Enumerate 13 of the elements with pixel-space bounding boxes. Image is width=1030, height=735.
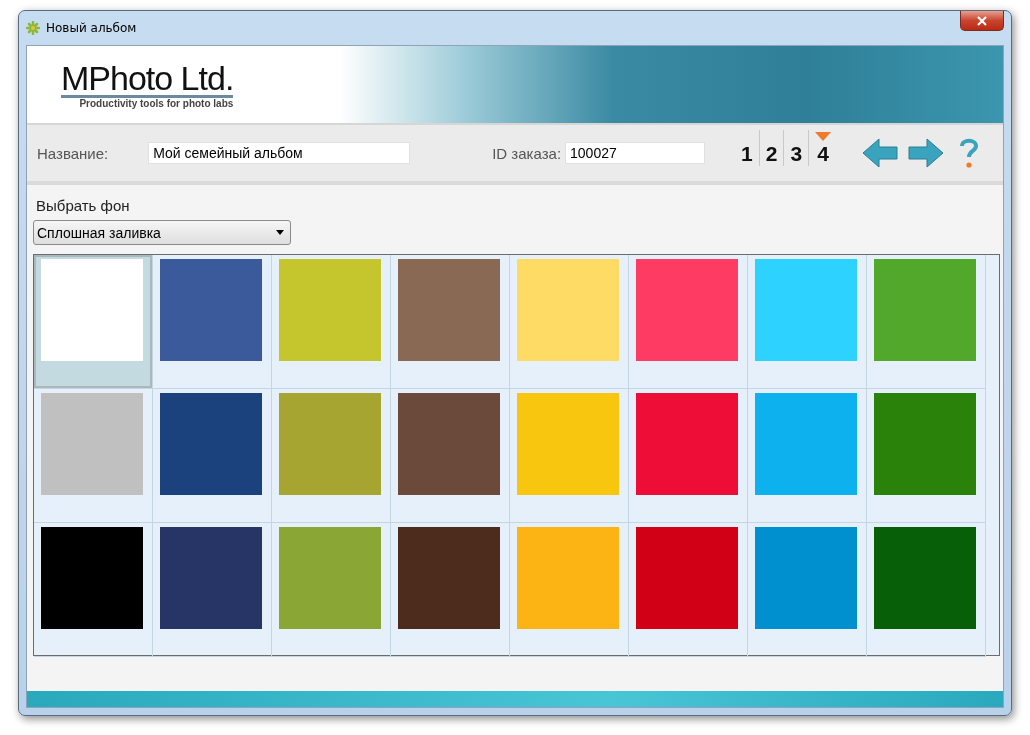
name-input[interactable]: Мой семейный альбом [148,142,411,164]
logo-tagline: Productivity tools for photo labs [79,97,234,109]
name-label: Название: [37,144,109,162]
step-tab[interactable]: 2 [758,130,784,166]
step-tab[interactable]: 4 [808,130,838,166]
logo-name: MPhoto Ltd. [61,60,234,98]
order-label: ID заказа: [492,144,562,162]
window-title: Новый альбом [46,21,137,35]
fill-dropdown[interactable]: Сплошная заливка [33,220,291,245]
order-input[interactable]: 100027 [565,142,706,164]
step-tab[interactable]: 1 [735,130,759,166]
step-tab[interactable]: 3 [783,130,809,166]
background-label: Выбрать фон [36,197,131,214]
